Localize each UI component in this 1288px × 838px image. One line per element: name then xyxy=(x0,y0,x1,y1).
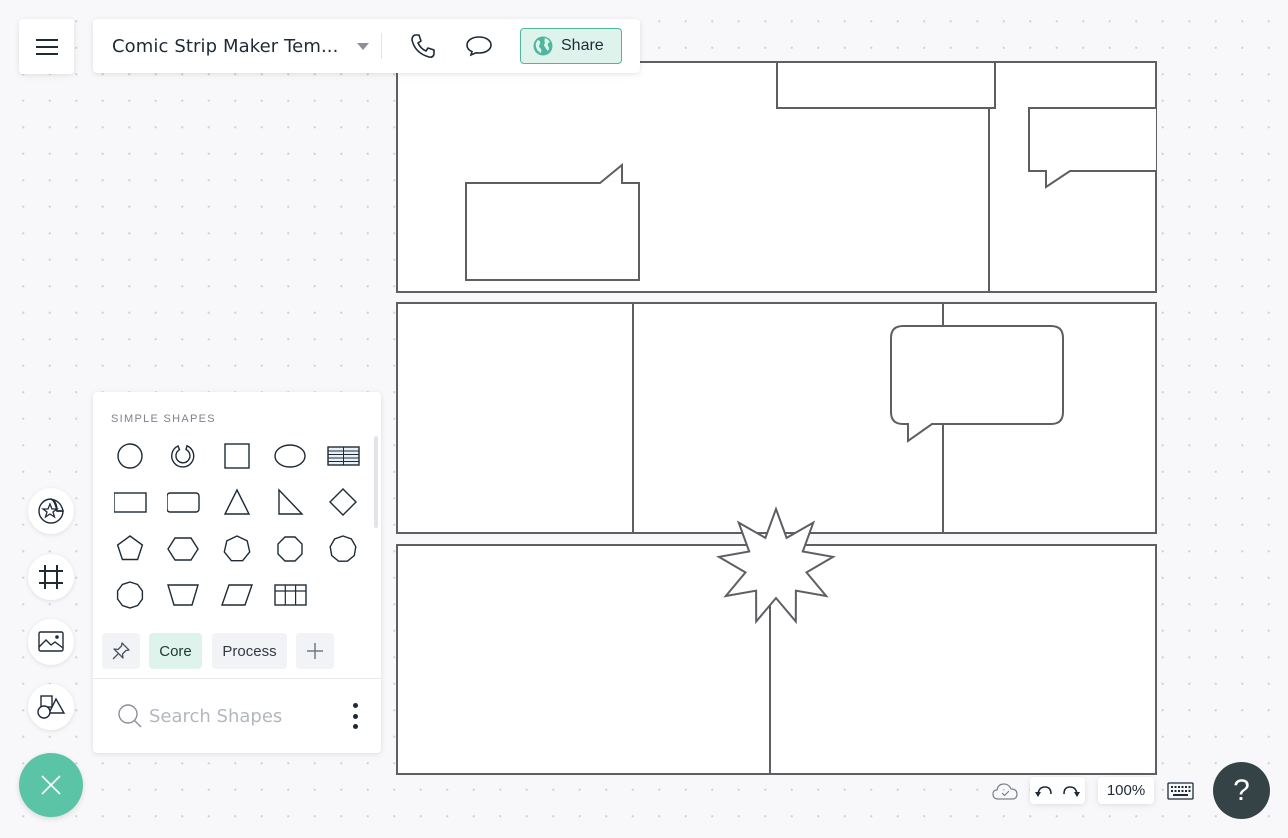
pin-icon xyxy=(112,642,130,660)
octagon-icon xyxy=(276,536,303,562)
caption-box[interactable] xyxy=(776,61,996,109)
shape-parallelogram[interactable] xyxy=(214,575,260,615)
triangle-icon xyxy=(223,488,250,515)
stickers-button[interactable] xyxy=(28,488,74,534)
share-label: Share xyxy=(561,37,604,54)
rounded-rectangle-icon xyxy=(166,492,200,513)
shape-grid-table[interactable] xyxy=(267,575,313,615)
main-menu-button[interactable] xyxy=(19,19,74,74)
shape-triangle[interactable] xyxy=(214,482,260,522)
sticker-star-icon xyxy=(38,498,64,524)
tab-core[interactable]: Core xyxy=(149,633,202,669)
shape-diamond[interactable] xyxy=(320,482,366,522)
nonagon-icon xyxy=(328,535,357,562)
close-panel-button[interactable] xyxy=(19,753,83,817)
shape-search xyxy=(93,679,381,753)
tab-process[interactable]: Process xyxy=(212,633,287,669)
document-title[interactable]: Comic Strip Maker Tem... xyxy=(112,36,343,57)
shape-ellipse[interactable] xyxy=(267,436,313,476)
circle-icon xyxy=(116,443,143,469)
shape-circle[interactable] xyxy=(107,436,153,476)
image-icon xyxy=(38,631,64,652)
shape-pentagon[interactable] xyxy=(107,529,153,569)
globe-icon xyxy=(533,36,553,56)
add-library-button[interactable] xyxy=(296,633,334,669)
grid-table-icon xyxy=(273,584,307,606)
plus-icon xyxy=(307,643,323,659)
speech-bubble-rounded[interactable] xyxy=(890,325,1064,443)
toolbar-divider xyxy=(381,33,382,59)
table-lines-icon xyxy=(326,446,360,466)
diamond-icon xyxy=(328,488,357,516)
right-triangle-icon xyxy=(277,488,304,515)
images-button[interactable] xyxy=(28,619,74,665)
caret-down-icon[interactable] xyxy=(357,42,369,50)
cloud-check-icon xyxy=(992,783,1018,800)
speech-bubble-left[interactable] xyxy=(465,162,640,281)
search-icon xyxy=(118,704,142,728)
panel-scrollbar[interactable] xyxy=(374,436,378,528)
share-button[interactable]: Share xyxy=(520,28,622,64)
shape-right-triangle[interactable] xyxy=(267,482,313,522)
hamburger-menu-icon xyxy=(35,38,58,55)
shape-nonagon[interactable] xyxy=(320,529,366,569)
square-icon xyxy=(223,443,250,469)
more-vertical-icon[interactable] xyxy=(351,703,359,729)
hexagon-icon xyxy=(166,537,199,561)
undo-redo-group xyxy=(1030,777,1085,804)
parallelogram-icon xyxy=(220,584,253,606)
redo-icon[interactable] xyxy=(1062,784,1081,798)
speech-bubble-icon xyxy=(466,36,492,57)
shape-trapezoid[interactable] xyxy=(160,575,206,615)
shapes-button[interactable] xyxy=(28,684,74,730)
shape-table-lines[interactable] xyxy=(320,436,366,476)
frame-grid-icon xyxy=(39,565,63,589)
shape-rectangle[interactable] xyxy=(107,482,153,522)
shape-square[interactable] xyxy=(214,436,260,476)
phone-icon xyxy=(411,34,435,58)
shape-hexagon[interactable] xyxy=(160,529,206,569)
comment-button[interactable] xyxy=(464,31,494,61)
ellipse-icon xyxy=(273,444,306,468)
shape-heptagon[interactable] xyxy=(214,529,260,569)
heptagon-icon xyxy=(223,535,250,562)
tab-pinned[interactable] xyxy=(102,633,140,669)
decagon-icon xyxy=(116,581,143,609)
shape-rounded-rectangle[interactable] xyxy=(160,482,206,522)
shapes-panel: SIMPLE SHAPES Core Process xyxy=(93,392,381,753)
shape-ring[interactable] xyxy=(160,436,206,476)
tab-process-label: Process xyxy=(222,642,277,660)
keyboard-icon[interactable] xyxy=(1167,782,1194,800)
shapes-icon xyxy=(37,695,66,719)
search-shapes-input[interactable] xyxy=(149,705,329,727)
frames-button[interactable] xyxy=(28,554,74,600)
zoom-level[interactable]: 100% xyxy=(1098,777,1154,804)
call-button[interactable] xyxy=(408,31,438,61)
tab-core-label: Core xyxy=(159,642,192,660)
rectangle-icon xyxy=(113,492,147,513)
close-x-icon xyxy=(41,775,61,795)
undo-icon[interactable] xyxy=(1034,784,1053,798)
shape-octagon[interactable] xyxy=(267,529,313,569)
help-button[interactable]: ? xyxy=(1213,762,1270,819)
shape-decagon[interactable] xyxy=(107,575,153,615)
ring-icon xyxy=(170,444,194,468)
panel-heading: SIMPLE SHAPES xyxy=(111,413,216,425)
pentagon-icon xyxy=(116,535,143,561)
trapezoid-icon xyxy=(166,584,199,606)
top-toolbar: Comic Strip Maker Tem... Share xyxy=(93,19,640,73)
